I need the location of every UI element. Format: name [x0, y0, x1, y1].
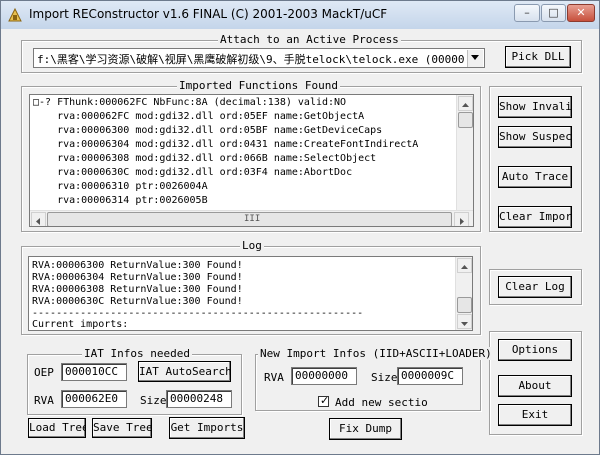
iat-rva-input[interactable]: 000062E0 — [61, 390, 127, 408]
minimize-icon: – — [524, 6, 530, 19]
new-import-size-input[interactable]: 0000009C — [397, 367, 463, 385]
log-current-imports: Current imports: — [32, 319, 129, 330]
dropdown-button[interactable] — [467, 50, 483, 67]
process-select[interactable]: f:\黑客\学习资源\破解\视屏\黑鹰破解初级\9、手脱telock\teloc… — [33, 48, 485, 68]
close-icon: ✕ — [576, 6, 586, 19]
oep-label: OEP — [34, 366, 54, 379]
add-section-checkbox[interactable]: ✓ — [318, 394, 330, 407]
imported-functions-group-label: Imported Functions Found — [177, 79, 340, 92]
tree-row[interactable]: rva:00006310 ptr:0026004A — [33, 180, 208, 194]
app-icon — [8, 7, 22, 22]
tree-row[interactable]: rva:00006308 mod:gdi32.dll ord:066B name… — [33, 152, 376, 166]
show-suspect-button[interactable]: Show Suspect — [498, 126, 572, 148]
scroll-grip: III — [244, 214, 261, 224]
scroll-up-button[interactable] — [458, 96, 473, 111]
options-button[interactable]: Options — [498, 339, 572, 361]
auto-trace-button[interactable]: Auto Trace — [498, 166, 572, 188]
scroll-left-button[interactable] — [31, 212, 46, 226]
scroll-thumb[interactable] — [458, 112, 473, 128]
about-button[interactable]: About — [498, 375, 572, 397]
get-imports-button[interactable]: Get Imports — [169, 417, 245, 439]
scroll-right-button[interactable] — [454, 212, 469, 226]
arrow-up-icon — [461, 265, 468, 269]
minimize-button[interactable]: – — [514, 4, 540, 22]
scroll-up-button[interactable] — [457, 258, 472, 273]
scroll-thumb[interactable]: III — [47, 212, 452, 226]
iat-size-input[interactable]: 00000248 — [166, 390, 232, 408]
new-import-rva-label: RVA — [264, 371, 284, 384]
iat-size-label: Size — [140, 394, 167, 407]
iat-autosearch-button[interactable]: IAT AutoSearch — [138, 361, 231, 382]
main-window: Import REConstructor v1.6 FINAL (C) 2001… — [0, 0, 600, 455]
log-group-label: Log — [240, 239, 264, 252]
log-line: RVA:00006304 ReturnValue:300 Found! — [32, 272, 243, 283]
arrow-up-icon — [462, 103, 469, 107]
log-line: RVA:0000630C ReturnValue:300 Found! — [32, 296, 243, 307]
log-line: RVA:00006300 ReturnValue:300 Found! — [32, 260, 243, 271]
window-title: Import REConstructor v1.6 FINAL (C) 2001… — [29, 7, 388, 21]
show-invalid-button[interactable]: Show Invalid — [498, 96, 572, 118]
iat-rva-label: RVA — [34, 394, 54, 407]
clear-log-button[interactable]: Clear Log — [498, 276, 572, 298]
tree-horizontal-scrollbar[interactable]: III — [30, 210, 473, 226]
attach-group-label: Attach to an Active Process — [218, 33, 401, 46]
arrow-right-icon — [460, 218, 464, 225]
log-box[interactable]: RVA:00006300 ReturnValue:300 Found! RVA:… — [28, 256, 473, 331]
new-import-rva-input[interactable]: 00000000 — [291, 367, 357, 385]
oep-input[interactable]: 000010CC — [61, 363, 127, 381]
new-import-group-label: New Import Infos (IID+ASCII+LOADER) — [258, 347, 494, 360]
close-button[interactable]: ✕ — [567, 4, 595, 22]
title-bar[interactable]: Import REConstructor v1.6 FINAL (C) 2001… — [1, 1, 599, 29]
save-tree-button[interactable]: Save Tree — [92, 418, 152, 438]
scroll-thumb[interactable] — [457, 297, 472, 313]
add-section-label: Add new sectio — [335, 396, 428, 409]
process-path: f:\黑客\学习资源\破解\视屏\黑鹰破解初级\9、手脱telock\teloc… — [37, 53, 464, 66]
maximize-button[interactable]: □ — [541, 4, 566, 22]
checkmark-icon: ✓ — [320, 394, 330, 407]
new-import-size-label: Size — [371, 371, 398, 384]
tree-row-thunk[interactable]: □-? FThunk:000062FC NbFunc:8A (decimal:1… — [33, 96, 346, 110]
log-line: RVA:00006308 ReturnValue:300 Found! — [32, 284, 243, 295]
arrow-left-icon — [36, 218, 40, 225]
tree-row[interactable]: rva:00006304 mod:gdi32.dll ord:0431 name… — [33, 138, 418, 152]
exit-button[interactable]: Exit — [498, 404, 572, 426]
scroll-down-button[interactable] — [457, 314, 472, 329]
iat-infos-group-label: IAT Infos needed — [82, 347, 192, 360]
fix-dump-button[interactable]: Fix Dump — [329, 418, 402, 440]
arrow-down-icon — [461, 322, 468, 326]
tree-row[interactable]: rva:00006314 ptr:0026005B — [33, 194, 208, 208]
imports-tree[interactable]: □-? FThunk:000062FC NbFunc:8A (decimal:1… — [29, 94, 474, 227]
log-vertical-scrollbar[interactable] — [455, 257, 472, 330]
tree-vertical-scrollbar[interactable] — [456, 95, 473, 210]
tree-row[interactable]: rva:000062FC mod:gdi32.dll ord:05EF name… — [33, 110, 364, 124]
tree-row[interactable]: rva:0000630C mod:gdi32.dll ord:03F4 name… — [33, 166, 352, 180]
load-tree-button[interactable]: Load Tree — [28, 418, 86, 438]
maximize-icon: □ — [548, 6, 559, 19]
pick-dll-button[interactable]: Pick DLL — [505, 46, 571, 68]
tree-row[interactable]: rva:00006300 mod:gdi32.dll ord:05BF name… — [33, 124, 382, 138]
chevron-down-icon — [471, 55, 479, 60]
clear-imports-button[interactable]: Clear Imports — [498, 206, 572, 228]
